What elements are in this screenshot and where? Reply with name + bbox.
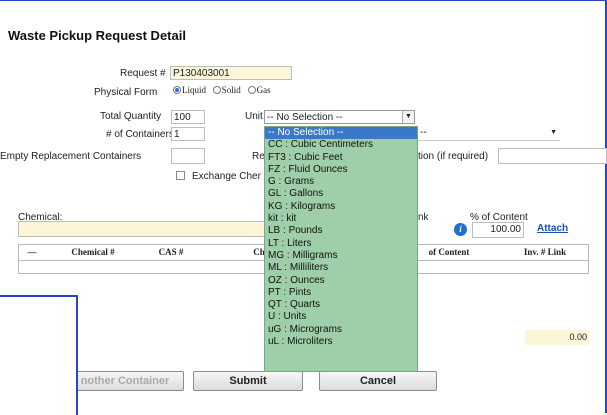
unit-option[interactable]: kit : kit [265, 213, 417, 225]
unit-option[interactable]: LB : Pounds [265, 225, 417, 237]
info-icon[interactable]: i [454, 223, 467, 236]
unit-option[interactable]: CC : Cubic Centimeters [265, 139, 417, 151]
overlay-window [0, 295, 78, 415]
table-header-percent-content: of Content [428, 247, 470, 257]
unit-option[interactable]: OZ : Ounces [265, 275, 417, 287]
re-label-partial: Re [252, 151, 265, 162]
unit-option[interactable]: -- No Selection -- [265, 127, 417, 140]
radio-liquid[interactable] [173, 86, 181, 95]
add-another-container-button[interactable]: nother Container [66, 371, 184, 391]
exchange-label: Exchange Cher [192, 171, 261, 182]
containers-label: # of Containers [106, 129, 174, 140]
if-required-field[interactable] [498, 148, 607, 164]
unit-option[interactable]: FT3 : Cubic Feet [265, 152, 417, 164]
chemical-search-field[interactable] [18, 221, 265, 237]
attach-link[interactable]: Attach [537, 223, 568, 234]
if-required-label: tion (if required) [418, 151, 489, 162]
unit-option[interactable]: ML : Milliliters [265, 262, 417, 274]
physical-form-radio-group: Liquid Solid Gas [173, 85, 275, 96]
radio-gas[interactable] [247, 86, 256, 95]
unit-option[interactable]: MG : Milligrams [265, 250, 417, 262]
chevron-down-icon[interactable]: ▼ [550, 129, 557, 136]
unit-option[interactable]: U : Units [265, 311, 417, 323]
window-frame-top [0, 0, 605, 1]
exchange-checkbox[interactable] [176, 171, 185, 180]
secondary-select-value: -- [420, 127, 427, 138]
total-value: 0.00 [525, 330, 589, 345]
table-header-chemical-number: Chemical # [71, 247, 115, 257]
unit-option[interactable]: uG : Micrograms [265, 324, 417, 336]
unit-label: Unit [245, 111, 263, 122]
total-quantity-label: Total Quantity [100, 111, 162, 122]
percent-content-field[interactable]: 100.00 [472, 222, 524, 238]
unit-select-value: -- No Selection -- [267, 112, 343, 123]
request-label: Request # [120, 68, 166, 79]
link-label-partial: nk [418, 212, 429, 223]
unit-option[interactable]: FZ : Fluid Ounces [265, 164, 417, 176]
empty-replacement-field[interactable] [171, 148, 205, 164]
radio-solid[interactable] [212, 86, 221, 95]
chevron-down-icon[interactable]: ▼ [402, 111, 414, 123]
containers-field[interactable]: 1 [171, 127, 205, 141]
table-header-inv-link: Inv. # Link [523, 247, 567, 257]
unit-dropdown-menu[interactable]: -- No Selection -- CC : Cubic Centimeters… [264, 126, 418, 372]
page-title: Waste Pickup Request Detail [8, 28, 186, 43]
physical-form-label: Physical Form [94, 87, 158, 98]
unit-option[interactable]: LT : Liters [265, 238, 417, 250]
submit-button[interactable]: Submit [193, 371, 303, 391]
unit-option[interactable]: uL : Microliters [265, 336, 417, 348]
unit-option[interactable]: GL : Gallons [265, 188, 417, 200]
empty-replacement-label: Empty Replacement Containers [0, 151, 142, 162]
cancel-button[interactable]: Cancel [319, 371, 437, 391]
table-header-select: — [27, 247, 37, 257]
radio-gas-label: Gas [256, 85, 271, 96]
total-quantity-field[interactable]: 100 [171, 110, 205, 124]
radio-solid-label: Solid [221, 85, 241, 96]
unit-option[interactable]: KG : Kilograms [265, 201, 417, 213]
unit-option[interactable]: PT : Pints [265, 287, 417, 299]
secondary-select[interactable]: -- ▼ [418, 127, 560, 141]
radio-liquid-label: Liquid [182, 85, 206, 96]
unit-option[interactable]: QT : Quarts [265, 299, 417, 311]
unit-select[interactable]: -- No Selection -- ▼ [264, 110, 415, 124]
unit-option[interactable]: G : Grams [265, 176, 417, 188]
request-number-field[interactable]: P130403001 [170, 66, 292, 80]
table-header-cas: CAS # [158, 247, 184, 257]
